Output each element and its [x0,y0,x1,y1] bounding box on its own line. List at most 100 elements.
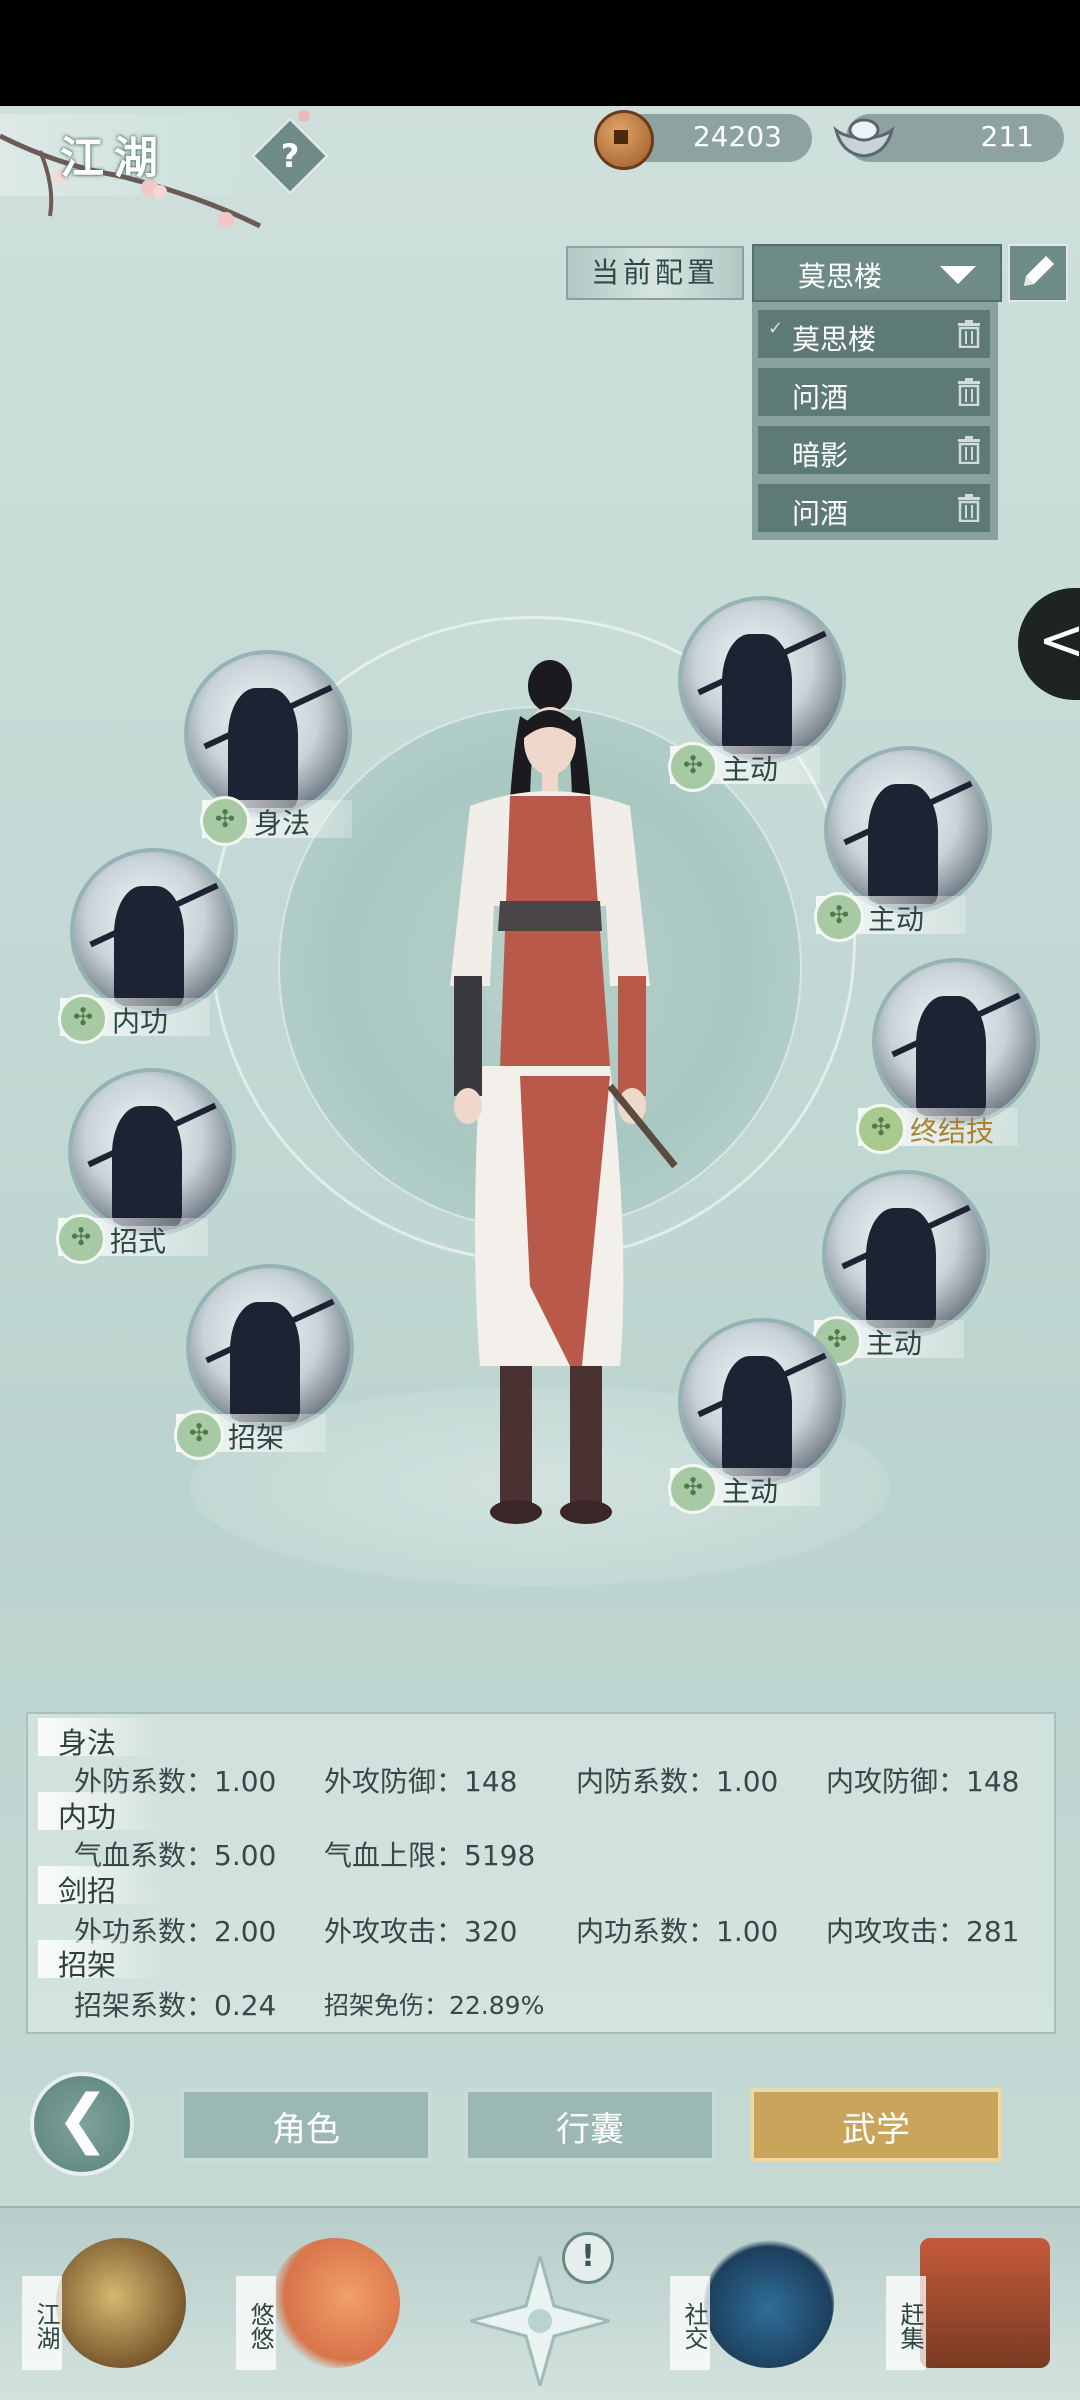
config-option-label: 莫思楼 [792,323,877,356]
tab-label: 行囊 [556,2110,624,2150]
question-icon: ? [280,137,300,175]
check-icon: ✓ [768,318,784,339]
market-basket-icon [920,2238,1050,2368]
leaf-icon: ✣ [58,994,108,1044]
page-title: 江湖 [60,133,168,184]
skill-tag: ✣ 终结技 [856,1104,1018,1154]
config-option[interactable]: 问酒 [758,368,990,416]
config-option[interactable]: ✓ 莫思楼 [758,310,990,358]
skill-slot-zhaoshi[interactable]: ✣ 招式 [56,1068,248,1268]
stats-section-header: 身法 [38,1718,162,1760]
skill-tag: ✣ 主动 [668,1464,820,1514]
skill-label: 招架 [228,1421,285,1454]
tab-role[interactable]: 角色 [180,2088,432,2162]
bottom-nav: 江湖 悠悠 ! 社交 赶集 [0,2206,1080,2400]
back-button[interactable]: ❮ [30,2072,134,2176]
leaf-icon: ✣ [856,1104,906,1154]
skill-portrait [184,650,352,818]
pencil-icon [1024,256,1054,286]
skill-label: 主动 [722,1475,779,1508]
nav-label: 江湖 [22,2276,62,2370]
skill-tag: ✣ 主动 [668,742,820,792]
config-selected-value: 莫思楼 [798,260,883,293]
top-bar: 江湖 ? 24203 211 [0,106,1080,229]
skill-slot-shenfa[interactable]: ✣ 身法 [184,650,364,850]
config-select[interactable]: 莫思楼 [752,244,1002,302]
copper-coin-icon [594,110,654,170]
trash-icon[interactable] [956,494,982,522]
skill-portrait [68,1068,236,1236]
skill-label: 主动 [868,903,925,936]
skill-tag: ✣ 招架 [174,1410,326,1460]
skill-tag: ✣ 主动 [814,892,966,942]
skill-portrait [872,958,1040,1126]
copper-currency: 24203 [594,110,812,170]
stats-section-header: 招架 [38,1940,162,1982]
tab-bag[interactable]: 行囊 [464,2088,716,2162]
alert-badge: ! [562,2232,614,2284]
skill-portrait [822,1170,990,1338]
skill-tag: ✣ 内功 [58,994,210,1044]
stat-value: 内攻防御：148 [826,1765,1020,1798]
leaf-icon: ✣ [56,1214,106,1264]
tab-martial[interactable]: 武学 [750,2088,1002,2162]
chevron-left-icon: < [1038,608,1080,673]
stats-panel: 身法 外防系数：1.00 外攻防御：148 内防系数：1.00 内攻防御：148… [26,1712,1056,2034]
trash-icon[interactable] [956,436,982,464]
stat-value: 内攻攻击：281 [826,1915,1020,1948]
leaf-icon: ✣ [668,1464,718,1514]
nav-market[interactable]: 赶集 [880,2228,1060,2388]
trash-icon[interactable] [956,320,982,348]
skill-tag: ✣ 身法 [200,796,352,846]
leaf-icon: ✣ [174,1410,224,1460]
stats-section-header: 剑招 [38,1866,162,1908]
silver-ingot-icon [833,118,895,158]
plum-branch-decoration [0,110,310,229]
nav-center[interactable]: ! [450,2228,630,2388]
trash-icon[interactable] [956,378,982,406]
skill-label: 终结技 [910,1115,995,1148]
edit-config-button[interactable] [1008,244,1068,302]
crane-sunset-icon [270,2238,400,2368]
copper-amount: 24203 [692,120,782,153]
leaf-icon: ✣ [668,742,718,792]
skill-portrait [186,1264,354,1432]
nav-social[interactable]: 社交 [664,2228,844,2388]
skill-label: 内功 [112,1005,169,1038]
skill-tag: ✣ 招式 [56,1214,208,1264]
section-title: 内功 [58,1800,117,1834]
skill-slot-finisher[interactable]: ✣ 终结技 [856,958,1052,1158]
wave-icon [704,2238,834,2368]
skill-slot-active-4[interactable]: ✣ 主动 [668,1318,858,1518]
stat-value: 外攻防御：148 [324,1765,518,1798]
stat-value: 外攻攻击：320 [324,1915,518,1948]
skill-label: 招式 [110,1225,167,1258]
skill-slot-zhaojia[interactable]: ✣ 招架 [174,1264,366,1464]
config-option[interactable]: 问酒 [758,484,990,532]
stat-value: 内防系数：1.00 [576,1765,779,1798]
skill-label: 主动 [866,1327,923,1360]
leaf-icon: ✣ [200,796,250,846]
skill-portrait [824,746,992,914]
nav-youyou[interactable]: 悠悠 [230,2228,410,2388]
skill-portrait [678,596,846,764]
stat-value: 招架免伤：22.89% [324,1991,545,2020]
nav-jianghu[interactable]: 江湖 [16,2228,196,2388]
tab-label: 武学 [842,2110,910,2150]
tab-label: 角色 [272,2110,340,2150]
config-option-label: 问酒 [792,381,849,414]
nav-label: 悠悠 [236,2276,276,2370]
skill-slot-active-2[interactable]: ✣ 主动 [814,746,1004,946]
section-title: 剑招 [58,1874,117,1908]
nav-label: 社交 [670,2276,710,2370]
side-panel-toggle[interactable]: < [1018,588,1080,700]
leaf-icon: ✣ [814,892,864,942]
stat-value: 内功系数：1.00 [576,1915,779,1948]
skill-portrait [678,1318,846,1486]
config-option[interactable]: 暗影 [758,426,990,474]
skill-slot-neigong[interactable]: ✣ 内功 [58,848,250,1048]
dropdown-arrow-icon [940,266,976,284]
current-config-label: 当前配置 [566,246,744,300]
config-dropdown: ✓ 莫思楼 问酒 暗影 问酒 [752,302,998,540]
character-figure [450,660,678,1524]
